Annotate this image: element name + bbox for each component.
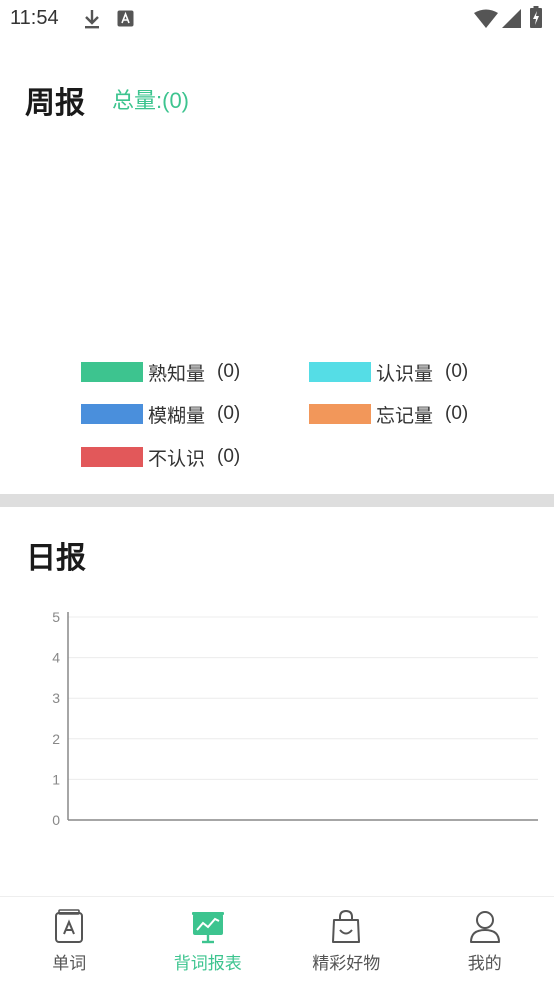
legend-swatch [81, 404, 143, 424]
legend-count: (0) [217, 361, 241, 382]
section-divider [0, 494, 554, 507]
legend-label: 不认识 [148, 447, 206, 470]
status-bar: 11:54 [0, 0, 554, 38]
legend-count: (0) [217, 403, 241, 424]
nav-item-goods[interactable]: 精彩好物 [277, 897, 416, 984]
y-tick-label: 3 [52, 690, 60, 706]
y-tick-label: 2 [52, 731, 60, 747]
legend-swatch [81, 362, 143, 382]
legend-item-vague: 模糊量 (0) [81, 402, 241, 427]
legend-item-forgotten: 忘记量 (0) [309, 402, 469, 427]
legend-label: 模糊量 [148, 404, 206, 427]
y-tick-label: 5 [52, 609, 60, 625]
y-tick-label: 0 [52, 812, 60, 828]
book-icon [55, 909, 84, 943]
wifi-icon [474, 9, 498, 28]
legend-label: 认识量 [376, 362, 434, 385]
legend-swatch [81, 447, 143, 467]
nav-label: 精彩好物 [312, 954, 381, 974]
signal-icon [502, 9, 521, 28]
daily-title: 日报 [26, 541, 86, 576]
legend-swatch [309, 362, 371, 382]
battery-charging-icon [530, 6, 542, 28]
status-time: 11:54 [10, 7, 59, 29]
nav-item-words[interactable]: 单词 [0, 897, 139, 984]
weekly-total-count: 总量:(0) [112, 88, 190, 113]
daily-chart: 0 1 2 3 4 5 [52, 609, 538, 828]
nav-item-mine[interactable]: 我的 [416, 897, 554, 984]
weekly-report-section: 周报 总量:(0) 熟知量 (0) 认识量 (0) 模糊量 (0) 忘记量 (0… [0, 38, 554, 494]
legend-item-unknown: 不认识 (0) [81, 445, 241, 470]
legend-label: 熟知量 [148, 362, 206, 385]
chart-board-icon [191, 912, 224, 944]
y-tick-label: 4 [52, 650, 60, 666]
legend-count: (0) [217, 446, 241, 467]
nav-label: 背词报表 [173, 954, 242, 974]
legend-label: 忘记量 [376, 404, 434, 427]
nav-label: 单词 [52, 954, 87, 974]
legend-swatch [309, 404, 371, 424]
legend-item-familiar: 熟知量 (0) [81, 360, 241, 385]
a-notification-icon [117, 10, 134, 27]
legend-item-recognized: 认识量 (0) [309, 360, 469, 385]
legend-count: (0) [445, 403, 469, 424]
shopping-bag-icon [332, 909, 361, 943]
person-icon [469, 911, 500, 943]
bottom-nav: 单词 背词报表 精彩好物 我的 [0, 896, 554, 984]
legend-count: (0) [445, 361, 469, 382]
download-icon [85, 10, 99, 29]
nav-item-report[interactable]: 背词报表 [139, 897, 278, 984]
y-tick-label: 1 [52, 771, 60, 787]
nav-label: 我的 [467, 954, 502, 974]
weekly-title: 周报 [25, 86, 85, 121]
